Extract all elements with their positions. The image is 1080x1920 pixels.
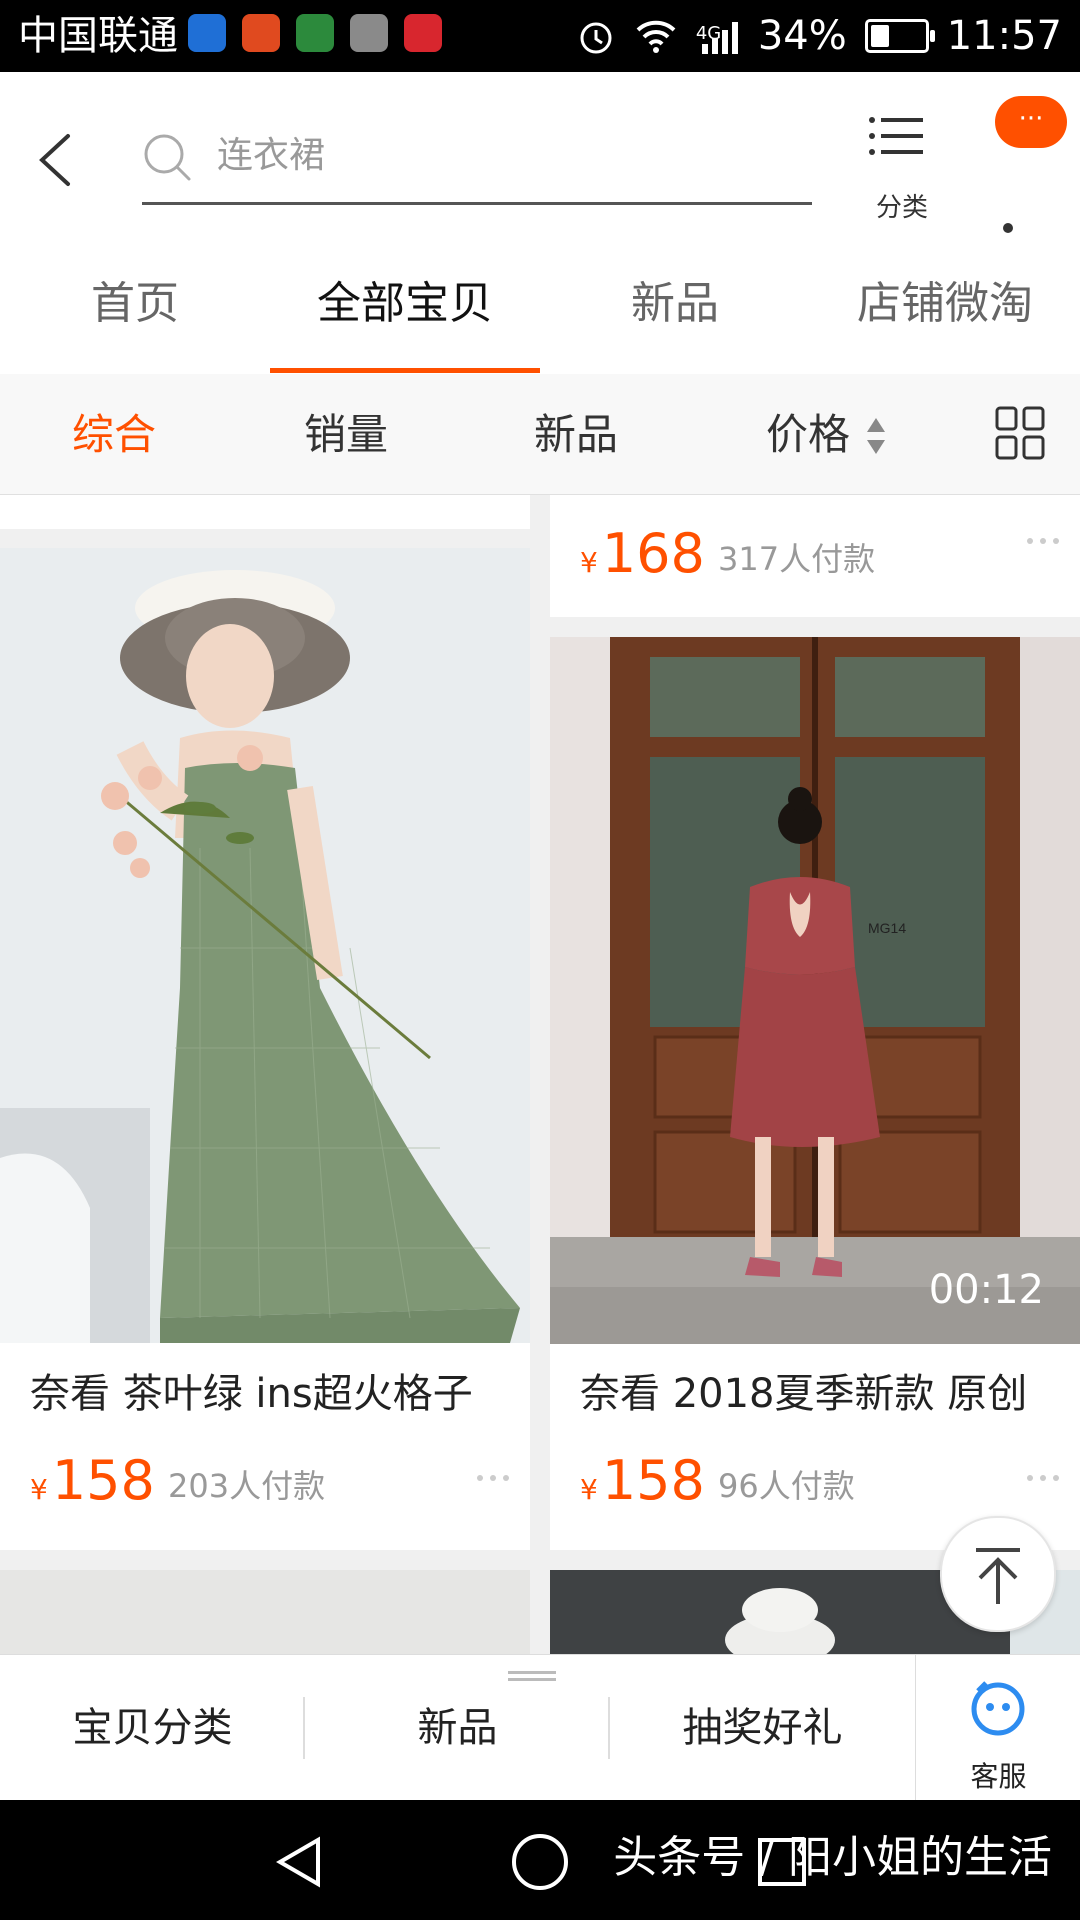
shop-bottom-nav: 宝贝分类 新品 抽奖好礼 客服 (0, 1654, 1080, 1801)
customer-service-icon (971, 1681, 1025, 1736)
product-card-partial[interactable] (0, 495, 530, 529)
arrow-up-icon (976, 1548, 1020, 1604)
status-right: 4G 34% 11:57 (576, 12, 1062, 60)
android-nav-bar: 头条号 / 阳小姐的生活 (0, 1800, 1080, 1920)
sort-comprehensive[interactable]: 综合 (72, 408, 156, 462)
scroll-to-top-button[interactable] (940, 1516, 1056, 1632)
customer-service-label: 客服 (970, 1760, 1027, 1793)
sort-sales[interactable]: 销量 (304, 408, 388, 462)
more-dots-icon[interactable] (476, 1474, 510, 1482)
clock: 11:57 (946, 13, 1062, 59)
product-title[interactable]: 奈看 茶叶绿 ins超火格子 (30, 1368, 473, 1420)
category-button[interactable]: 分类 (862, 112, 942, 223)
more-dots-icon[interactable] (1026, 537, 1060, 545)
price: ¥158 (580, 1450, 705, 1521)
home-circle-icon[interactable] (510, 1832, 570, 1892)
door-sign-text: MG14 (868, 920, 906, 936)
video-duration: 00:12 (928, 1267, 1044, 1313)
search-input[interactable]: 连衣裙 (142, 112, 812, 205)
message-badge[interactable]: ··· (995, 96, 1067, 148)
active-tab-indicator (270, 368, 540, 373)
signal-icon: 4G (696, 16, 740, 56)
tab-new[interactable]: 新品 (540, 276, 810, 332)
search-placeholder: 连衣裙 (217, 135, 326, 176)
product-card[interactable]: ¥168 317人付款 (550, 495, 1080, 617)
tab-all-items[interactable]: 全部宝贝 (270, 276, 540, 332)
sort-price[interactable]: 价格 (766, 408, 850, 462)
price-value: 158 (601, 1449, 705, 1512)
back-arrow-icon[interactable] (30, 130, 80, 190)
price-value: 168 (601, 522, 705, 585)
sort-new[interactable]: 新品 (534, 408, 618, 462)
more-dots-icon[interactable] (1026, 1474, 1060, 1482)
price: ¥158 (30, 1450, 155, 1521)
status-bar: 中国联通 4G 34% 11:57 (0, 0, 1080, 72)
back-triangle-icon[interactable] (272, 1834, 324, 1890)
shop-tabs: 首页 全部宝贝 新品 店铺微淘 (0, 242, 1080, 374)
sort-arrows-icon[interactable] (865, 416, 887, 456)
gallery-icon (350, 14, 388, 52)
carrier-label: 中国联通 (18, 13, 178, 59)
nav-item-categories[interactable]: 宝贝分类 (0, 1655, 305, 1801)
tab-shop-feed[interactable]: 店铺微淘 (810, 276, 1080, 332)
price: ¥168 (580, 523, 705, 594)
battery-percent: 34% (757, 13, 847, 59)
customer-service-button[interactable]: 客服 (915, 1655, 1080, 1801)
product-card[interactable]: MG14 00:12 奈看 2018夏季新款 原创 ¥158 96人付款 (550, 637, 1080, 1550)
wifi-icon (636, 20, 676, 53)
grid-view-icon[interactable] (995, 406, 1045, 460)
currency-symbol: ¥ (580, 546, 598, 579)
product-card-partial[interactable] (0, 1570, 530, 1654)
category-label: 分类 (875, 193, 928, 223)
sold-count: 203人付款 (168, 1467, 326, 1505)
sold-count: 317人付款 (718, 540, 876, 578)
list-menu-icon (869, 117, 923, 155)
currency-symbol: ¥ (30, 1473, 48, 1506)
top-bar: 连衣裙 分类 ··· (0, 72, 1080, 257)
sold-count: 96人付款 (718, 1467, 855, 1505)
watermark-text: 头条号 / 阳小姐的生活 (613, 1832, 1052, 1883)
tab-home[interactable]: 首页 (0, 276, 270, 332)
product-title[interactable]: 奈看 2018夏季新款 原创 (580, 1368, 1027, 1420)
novel-app-icon (296, 14, 334, 52)
battery-icon (864, 19, 935, 53)
search-icon (144, 134, 191, 181)
price-value: 158 (51, 1449, 155, 1512)
nav-item-lottery[interactable]: 抽奖好礼 (610, 1655, 915, 1801)
alarm-icon (580, 22, 612, 54)
product-card[interactable]: 奈看 茶叶绿 ins超火格子 ¥158 203人付款 (0, 548, 530, 1550)
sohu-video-icon (404, 14, 442, 52)
product-video[interactable]: MG14 00:12 (550, 637, 1080, 1344)
product-image[interactable] (0, 548, 530, 1343)
nav-item-new[interactable]: 新品 (305, 1655, 610, 1801)
currency-symbol: ¥ (580, 1473, 598, 1506)
sort-bar: 综合 销量 新品 价格 (0, 374, 1080, 495)
wifi-call-icon (188, 14, 226, 52)
browser-app-icon (242, 14, 280, 52)
